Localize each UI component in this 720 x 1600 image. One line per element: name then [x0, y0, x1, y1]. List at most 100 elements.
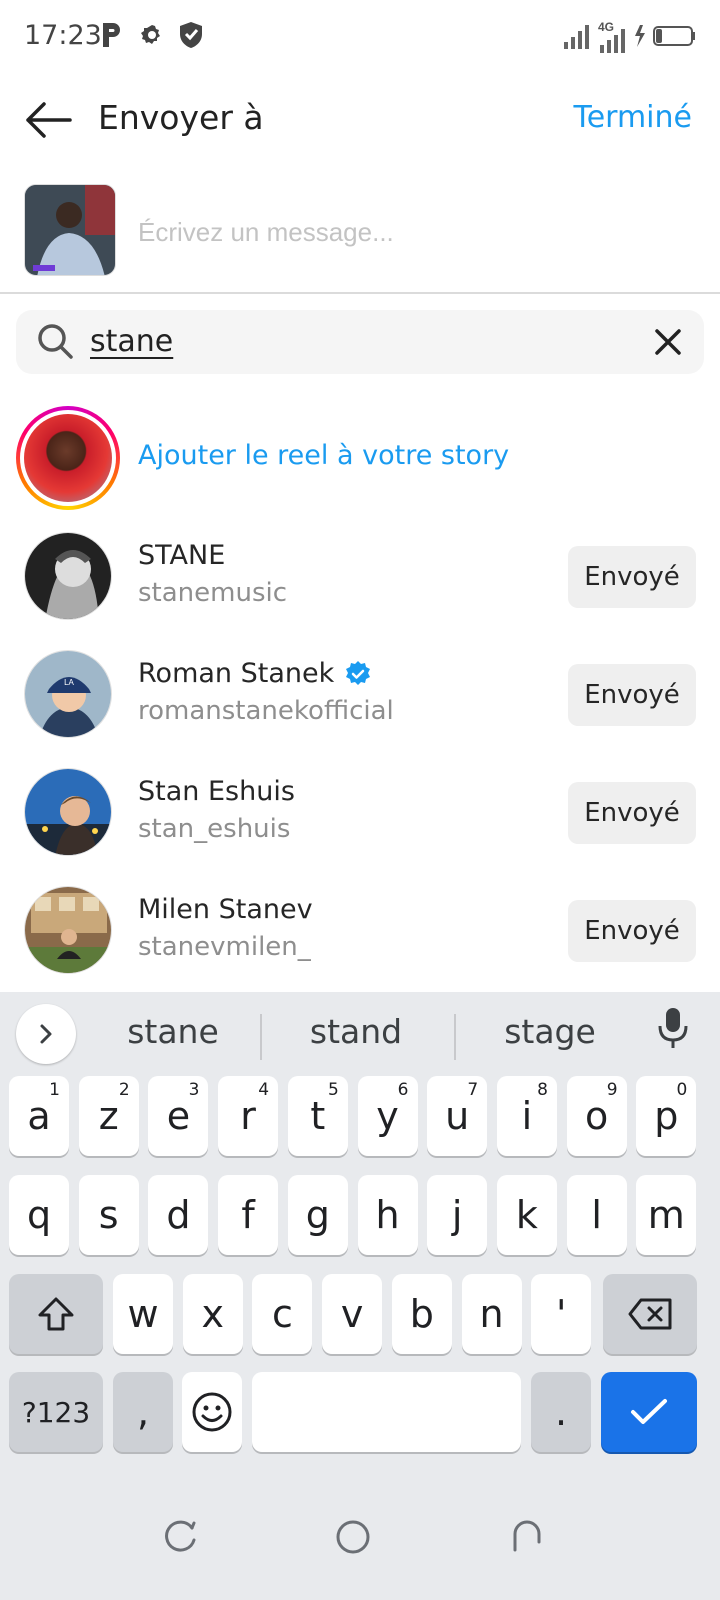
status-right-icons: 4G	[564, 18, 696, 54]
key-o[interactable]: o9	[566, 1076, 627, 1156]
key-f[interactable]: f	[218, 1175, 279, 1255]
key-i[interactable]: i8	[496, 1076, 557, 1156]
suggestion-bar: stane stand stage	[0, 992, 720, 1078]
status-time: 17:23	[24, 20, 102, 51]
key-w[interactable]: w	[113, 1274, 173, 1354]
key-a[interactable]: a1	[9, 1076, 69, 1156]
sent-button[interactable]: Envoyé	[568, 664, 696, 726]
key-label: p	[654, 1094, 679, 1138]
key-hint: 6	[397, 1080, 409, 1100]
signal-4g-icon: 4G	[598, 20, 628, 54]
add-to-story-link[interactable]: Ajouter le reel à votre story	[138, 440, 509, 471]
expand-toolbar-button[interactable]	[16, 1004, 76, 1064]
check-icon	[631, 1399, 667, 1424]
search-icon	[36, 322, 74, 365]
key-label: t	[310, 1094, 326, 1138]
signal-icon	[564, 23, 592, 54]
key-y[interactable]: y6	[357, 1076, 418, 1156]
sent-button[interactable]: Envoyé	[568, 900, 696, 962]
message-input[interactable]	[138, 212, 698, 252]
story-avatar[interactable]	[16, 406, 120, 510]
status-bar: 17:23 4G	[0, 0, 720, 72]
key-u[interactable]: u7	[427, 1076, 488, 1156]
key-b[interactable]: b	[391, 1274, 452, 1354]
reel-thumbnail	[24, 184, 116, 276]
key-n[interactable]: n	[461, 1274, 522, 1354]
key-v[interactable]: v	[322, 1274, 383, 1354]
key-t[interactable]: t5	[287, 1076, 348, 1156]
comma-key[interactable]: ,	[113, 1372, 173, 1452]
home-icon	[336, 1520, 370, 1554]
key-q[interactable]: q	[9, 1175, 69, 1255]
suggestion-2[interactable]: stand	[268, 1012, 444, 1051]
verified-badge-icon	[346, 660, 371, 685]
key-e[interactable]: e3	[148, 1076, 209, 1156]
key-hint: 7	[467, 1080, 479, 1100]
key-g[interactable]: g	[287, 1175, 348, 1255]
key-c[interactable]: c	[252, 1274, 313, 1354]
key-hint: 3	[188, 1080, 200, 1100]
key-m[interactable]: m	[636, 1175, 697, 1255]
close-icon	[655, 329, 681, 355]
shift-key[interactable]	[9, 1274, 103, 1354]
header: Envoyer à Terminé	[0, 80, 720, 160]
key-label: r	[240, 1094, 256, 1138]
search-bar[interactable]: stane	[16, 310, 704, 374]
parking-icon	[100, 20, 124, 55]
key-l[interactable]: l	[566, 1175, 627, 1255]
navigation-bar	[0, 1480, 720, 1600]
recent-apps-icon	[165, 1520, 196, 1552]
avatar	[24, 414, 112, 502]
period-key[interactable]: .	[531, 1372, 591, 1452]
key-z[interactable]: z2	[78, 1076, 139, 1156]
suggestion-3[interactable]: stage	[462, 1012, 638, 1051]
chevron-right-icon	[40, 1024, 52, 1044]
user-name: STANE	[138, 540, 226, 571]
done-button[interactable]: Terminé	[573, 100, 692, 135]
user-name: Roman Stanek	[138, 658, 372, 689]
space-key[interactable]	[252, 1372, 521, 1452]
list-item[interactable]: Stan Eshuis stan_eshuis Envoyé	[0, 754, 720, 864]
user-handle: stanemusic	[138, 578, 288, 608]
back-nav-icon	[513, 1520, 541, 1552]
list-item[interactable]: STANE stanemusic Envoyé	[0, 518, 720, 628]
key-k[interactable]: k	[496, 1175, 557, 1255]
key-r[interactable]: r4	[218, 1076, 279, 1156]
microphone-icon[interactable]	[656, 1006, 690, 1055]
svg-text:LA: LA	[64, 678, 74, 687]
emoji-key[interactable]	[182, 1372, 242, 1452]
backspace-key[interactable]	[603, 1274, 697, 1354]
home-button[interactable]	[328, 1512, 378, 1562]
sent-button[interactable]: Envoyé	[568, 782, 696, 844]
divider	[260, 1014, 262, 1060]
key-label: a	[27, 1094, 51, 1138]
enter-key[interactable]	[601, 1372, 697, 1452]
settings-icon	[138, 20, 166, 55]
avatar	[24, 886, 112, 974]
suggestion-1[interactable]: stane	[90, 1012, 256, 1051]
clear-search-button[interactable]	[650, 324, 686, 360]
key-hint: 1	[49, 1080, 60, 1100]
sent-button[interactable]: Envoyé	[568, 546, 696, 608]
key-h[interactable]: h	[357, 1175, 418, 1255]
emoji-icon	[192, 1392, 232, 1432]
search-input[interactable]: stane	[90, 324, 173, 359]
key-p[interactable]: p0	[636, 1076, 697, 1156]
key-s[interactable]: s	[78, 1175, 139, 1255]
user-handle: stanevmilen_	[138, 932, 311, 962]
avatar	[24, 768, 112, 856]
symbols-key[interactable]: ?123	[9, 1372, 103, 1452]
key-apostrophe[interactable]: '	[531, 1274, 592, 1354]
shield-icon	[178, 20, 204, 55]
back-nav-button[interactable]	[502, 1512, 552, 1562]
key-x[interactable]: x	[182, 1274, 243, 1354]
back-button[interactable]	[20, 96, 76, 144]
list-item[interactable]: LA Roman Stanek romanstanekofficial Envo…	[0, 636, 720, 746]
user-handle: stan_eshuis	[138, 814, 291, 844]
list-item[interactable]: Milen Stanev stanevmilen_ Envoyé	[0, 872, 720, 982]
key-j[interactable]: j	[427, 1175, 488, 1255]
key-hint: 9	[606, 1080, 618, 1100]
recent-apps-button[interactable]	[156, 1512, 206, 1562]
message-compose	[0, 178, 720, 290]
key-d[interactable]: d	[148, 1175, 209, 1255]
